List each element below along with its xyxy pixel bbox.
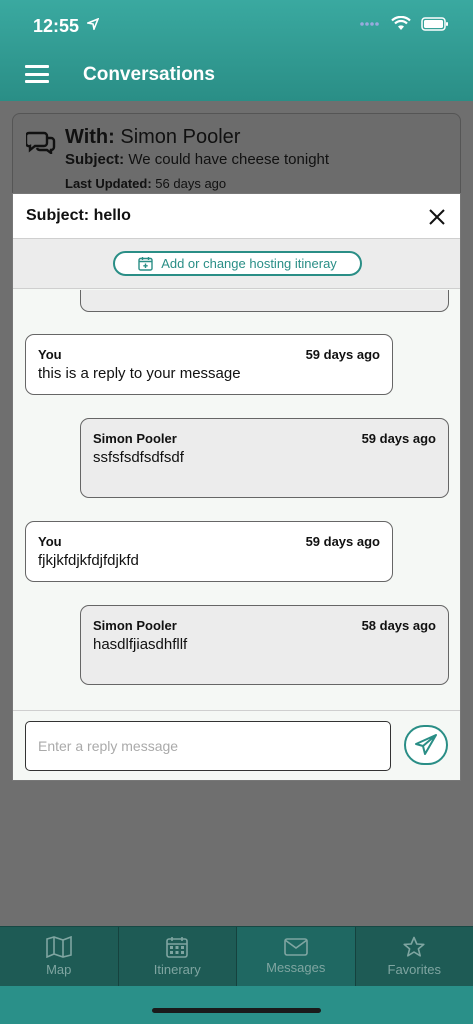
reply-input[interactable] — [25, 721, 391, 771]
modal-subject: Subject: hello — [26, 207, 131, 224]
conversation-with: With: Simon Pooler — [65, 126, 240, 149]
updated-label: Last Updated: — [65, 176, 152, 191]
conversation-updated: Last Updated: 56 days ago — [65, 176, 226, 191]
envelope-icon — [283, 938, 308, 956]
close-icon[interactable] — [429, 209, 445, 225]
menu-icon-line — [25, 72, 49, 76]
message-bubble: Simon Pooler 58 days ago hasdlfjiasdhfllf — [80, 605, 449, 685]
with-label: With: — [65, 126, 115, 148]
message-time: 58 days ago — [361, 618, 436, 633]
itinerary-bar: Add or change hosting itineray — [13, 239, 460, 289]
message-text: ssfsfsdfsdfsdf — [93, 449, 184, 466]
send-button[interactable] — [404, 725, 448, 765]
tab-label: Favorites — [387, 962, 441, 977]
battery-icon — [421, 16, 448, 31]
with-name: Simon Pooler — [120, 126, 241, 148]
location-arrow-icon — [87, 18, 99, 30]
updated-value: 56 days ago — [155, 176, 227, 191]
message-bubble: You 59 days ago fjkjkfdjkfdjfdjkfd — [25, 521, 393, 582]
calendar-icon — [166, 937, 189, 958]
wifi-icon — [391, 16, 411, 30]
message-text: hasdlfjiasdhfllf — [93, 636, 188, 653]
message-sender: You — [38, 534, 62, 549]
tab-favorites[interactable]: Favorites — [356, 927, 473, 986]
tab-messages[interactable]: Messages — [237, 927, 356, 986]
reply-area — [13, 710, 460, 780]
message-time: 59 days ago — [305, 534, 380, 549]
send-icon — [415, 734, 437, 755]
home-indicator[interactable] — [152, 1008, 321, 1013]
message-text: this is a reply to your message — [38, 365, 241, 382]
message-list[interactable]: You 59 days ago this is a reply to your m… — [13, 290, 460, 710]
status-icons — [359, 16, 449, 31]
subject-label: Subject: — [65, 151, 125, 168]
message-sender: Simon Pooler — [93, 431, 177, 446]
menu-button[interactable] — [25, 65, 49, 83]
message-bubble-partial — [80, 290, 449, 312]
message-text: fjkjkfdjkfdjfdjkfd — [38, 552, 139, 569]
message-time: 59 days ago — [305, 347, 380, 362]
app-header: 12:55 Conversations — [0, 0, 473, 101]
conversation-modal: Subject: hello Add or change hosting iti… — [12, 193, 461, 781]
message-sender: You — [38, 347, 62, 362]
signal-icon — [360, 21, 379, 26]
menu-icon — [25, 65, 49, 68]
tab-bar: Map Itinerary Messages Favorites — [0, 926, 473, 986]
message-sender: Simon Pooler — [93, 618, 177, 633]
message-bubble: Simon Pooler 59 days ago ssfsfsdfsdfsdf — [80, 418, 449, 498]
tab-label: Itinerary — [153, 962, 201, 977]
status-time: 12:55 — [33, 16, 80, 36]
conversation-subject: Subject: We could have cheese tonight — [65, 151, 329, 168]
chat-bubbles-icon — [26, 131, 56, 154]
star-icon — [403, 936, 425, 957]
map-icon — [45, 936, 72, 958]
tab-itinerary[interactable]: Itinerary — [119, 927, 237, 986]
calendar-plus-icon — [138, 257, 153, 271]
add-itinerary-button[interactable]: Add or change hosting itineray — [113, 251, 362, 276]
tab-label: Map — [46, 962, 72, 977]
page-title: Conversations — [83, 64, 215, 85]
menu-icon-line — [25, 80, 49, 83]
add-itinerary-label: Add or change hosting itineray — [161, 256, 337, 271]
subject-value: We could have cheese tonight — [128, 151, 330, 168]
modal-header: Subject: hello — [13, 194, 460, 239]
tab-map[interactable]: Map — [0, 927, 119, 986]
bottom-safe-area — [0, 986, 473, 1024]
message-bubble: You 59 days ago this is a reply to your m… — [25, 334, 393, 395]
tab-label: Messages — [266, 960, 326, 975]
message-time: 59 days ago — [361, 431, 436, 446]
